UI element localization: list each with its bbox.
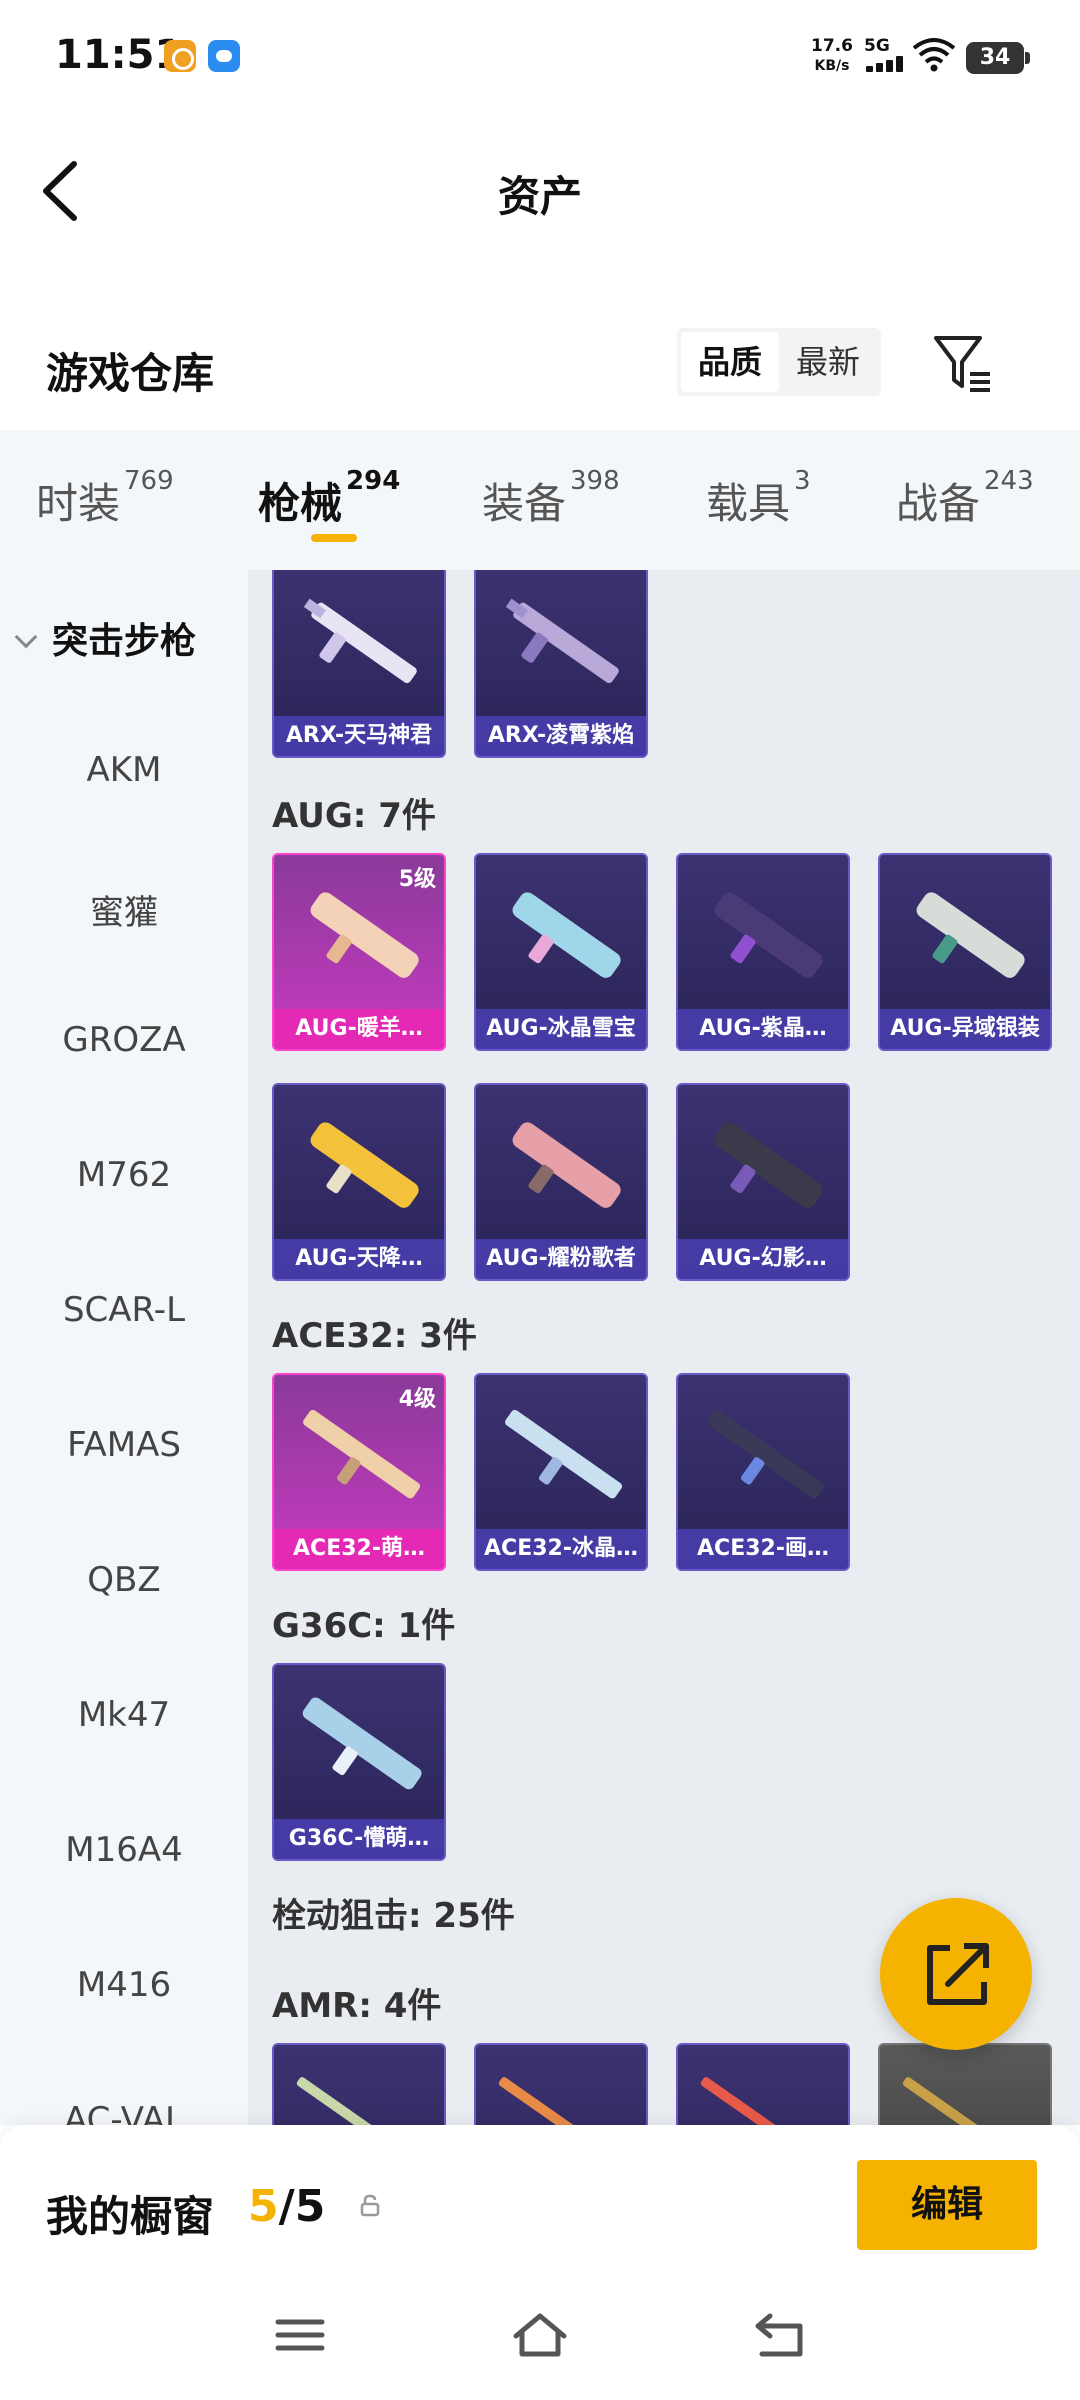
weapon-card[interactable]: AUG-冰晶雪宝 <box>474 853 648 1051</box>
group-label-g36c: G36C: 1件 <box>272 1606 456 1646</box>
weapon-card[interactable]: ARX-天马神君 <box>272 570 446 758</box>
tab-equipment[interactable]: 装备 398 <box>482 466 620 531</box>
rifle-icon <box>296 2077 427 2125</box>
rifle-icon <box>302 1697 422 1790</box>
tab-vehicles[interactable]: 载具 3 <box>706 466 811 531</box>
share-icon <box>927 1943 989 2005</box>
sort-latest-button[interactable]: 最新 <box>779 332 877 392</box>
rifle-icon <box>707 1409 825 1499</box>
group-label-bolt-sniper: 栓动狙击: 25件 <box>272 1896 515 1936</box>
network-type: 5G <box>864 36 890 56</box>
weapon-card[interactable]: AUG-幻影… <box>676 1083 850 1281</box>
rifle-icon <box>916 892 1025 978</box>
page-title: 资产 <box>497 172 582 221</box>
weapon-card[interactable] <box>878 2043 1052 2125</box>
rifle-icon <box>902 2077 1033 2125</box>
rifle-icon <box>498 2077 629 2125</box>
weapon-card[interactable]: ARX-凌霄紫焰 <box>474 570 648 758</box>
weapon-sidebar: 突击步枪 AKM 蜜獾 GROZA M762 SCAR-L FAMAS QBZ … <box>0 570 248 2125</box>
category-tabs: 时装 769 枪械 294 装备 398 载具 3 战备 243 <box>0 430 1080 570</box>
group-label-ace32: ACE32: 3件 <box>272 1316 477 1356</box>
sidebar-item[interactable]: M416 <box>0 1965 248 2005</box>
system-nav-bar <box>0 2270 1080 2400</box>
rifle-icon <box>505 598 619 684</box>
rifle-icon <box>714 1122 823 1208</box>
weapon-card[interactable]: AUG-耀粉歌者 <box>474 1083 648 1281</box>
weapon-card[interactable] <box>474 2043 648 2125</box>
filter-icon[interactable] <box>930 330 996 396</box>
sidebar-item[interactable]: AC-VAL <box>0 2100 248 2125</box>
edit-button[interactable]: 编辑 <box>857 2160 1037 2250</box>
showcase-label: 我的橱窗 <box>46 2192 215 2241</box>
weapon-card[interactable]: G36C-懵萌… <box>272 1663 446 1861</box>
rifle-icon <box>714 892 823 978</box>
sidebar-item[interactable]: GROZA <box>0 1020 248 1060</box>
group-label-aug: AUG: 7件 <box>272 796 436 836</box>
menu-icon[interactable] <box>270 2310 330 2360</box>
weapon-card[interactable]: 4级 ACE32-萌… <box>272 1373 446 1571</box>
showcase-bar: 我的橱窗 5/5 编辑 <box>0 2125 1080 2270</box>
tab-supplies[interactable]: 战备 243 <box>896 466 1034 531</box>
share-button[interactable] <box>880 1898 1032 2050</box>
weapon-card[interactable]: ACE32-画… <box>676 1373 850 1571</box>
weapon-card[interactable] <box>272 2043 446 2125</box>
back-nav-icon[interactable] <box>750 2310 810 2360</box>
sidebar-item[interactable]: QBZ <box>0 1560 248 1600</box>
rifle-icon <box>310 1122 419 1208</box>
app-notification-icon <box>164 40 196 72</box>
sidebar-item[interactable]: M762 <box>0 1155 248 1195</box>
rifle-icon <box>512 1122 621 1208</box>
status-bar: 11:51 17.6 KB/s 5G 34 <box>0 0 1080 110</box>
rifle-icon <box>303 598 417 684</box>
group-label-amr: AMR: 4件 <box>272 1986 442 2026</box>
sidebar-item[interactable]: FAMAS <box>0 1425 248 1465</box>
home-icon[interactable] <box>510 2310 570 2360</box>
rifle-icon <box>512 892 621 978</box>
sort-quality-button[interactable]: 品质 <box>681 332 779 392</box>
wifi-icon <box>912 38 956 72</box>
lock-icon <box>360 2194 380 2217</box>
weapon-card[interactable]: ACE32-冰晶… <box>474 1373 648 1571</box>
warehouse-title: 游戏仓库 <box>46 349 215 398</box>
rifle-icon <box>700 2077 831 2125</box>
sort-toggle: 品质 最新 <box>677 328 881 396</box>
battery-icon: 34 <box>966 42 1030 74</box>
sidebar-item[interactable]: AKM <box>0 750 248 790</box>
chevron-down-icon <box>14 625 38 649</box>
app-notification-icon-2 <box>208 40 240 72</box>
sidebar-item[interactable]: SCAR-L <box>0 1290 248 1330</box>
showcase-count: 5/5 <box>248 2181 326 2232</box>
weapon-card[interactable]: 5级 AUG-暖羊… <box>272 853 446 1051</box>
sidebar-item[interactable]: M16A4 <box>0 1830 248 1870</box>
tab-fashion[interactable]: 时装 769 <box>36 466 174 531</box>
net-speed: 17.6 KB/s <box>811 36 853 74</box>
signal-icon <box>866 56 906 72</box>
tab-firearms[interactable]: 枪械 294 <box>258 466 400 531</box>
sidebar-category-assault-rifle[interactable]: 突击步枪 <box>14 612 196 664</box>
weapon-card[interactable]: AUG-异域银装 <box>878 853 1052 1051</box>
weapon-card[interactable]: AUG-紫晶… <box>676 853 850 1051</box>
sidebar-item[interactable]: Mk47 <box>0 1695 248 1735</box>
sidebar-item[interactable]: 蜜獾 <box>0 885 248 934</box>
weapon-grid: ARX-天马神君 ARX-凌霄紫焰 AUG: 7件 5级 AUG-暖羊… AUG… <box>248 570 1080 2125</box>
weapon-card[interactable] <box>676 2043 850 2125</box>
weapon-card[interactable]: AUG-天降… <box>272 1083 446 1281</box>
rifle-icon <box>505 1409 623 1499</box>
active-tab-indicator <box>311 534 357 542</box>
